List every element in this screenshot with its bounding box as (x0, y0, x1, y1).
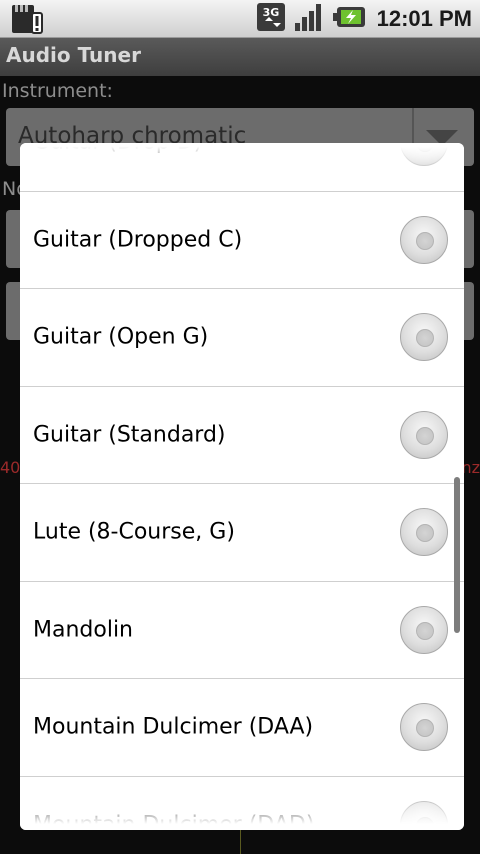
radio-button[interactable] (400, 410, 448, 459)
sd-card-alert-icon (8, 3, 46, 39)
list-item-label: Guitar (Drop D) (33, 143, 202, 155)
list-item[interactable]: Guitar (Standard) (20, 387, 464, 484)
instrument-label: Instrument: (2, 80, 113, 102)
radio-button[interactable] (400, 800, 448, 830)
tuner-center-line (240, 828, 241, 854)
list-item-label: Lute (8-Course, G) (33, 519, 235, 545)
radio-button[interactable] (400, 313, 448, 362)
list-item-label: Mountain Dulcimer (DAA) (33, 714, 314, 740)
scrollbar[interactable] (454, 477, 460, 633)
radio-button[interactable] (400, 508, 448, 557)
radio-button[interactable] (400, 703, 448, 752)
network-3g-icon: 3G (255, 1, 287, 37)
svg-text:3G: 3G (262, 6, 279, 19)
list-item[interactable]: Lute (8-Course, G) (20, 484, 464, 582)
radio-button[interactable] (400, 215, 448, 264)
clock: 12:01 PM (376, 6, 472, 31)
instrument-list[interactable]: Guitar (Drop D) Guitar (Dropped C) Guita… (20, 143, 464, 830)
radio-button[interactable] (400, 143, 448, 167)
list-item-label: Guitar (Standard) (33, 422, 226, 448)
list-item-label: Mountain Dulcimer (DAD) (33, 812, 315, 830)
list-item-label: Mandolin (33, 617, 133, 643)
list-item[interactable]: Guitar (Dropped C) (20, 192, 464, 289)
frequency-left-label: 40 (0, 458, 21, 477)
battery-charging-icon (332, 4, 367, 34)
status-bar: 3G 12:01 PM (0, 0, 480, 38)
list-item[interactable]: Mountain Dulcimer (DAA) (20, 679, 464, 777)
app-title-bar: Audio Tuner (0, 38, 480, 76)
list-item-label: Guitar (Open G) (33, 324, 209, 350)
app-title: Audio Tuner (6, 43, 141, 67)
list-item[interactable]: Guitar (Drop D) (20, 143, 464, 192)
instrument-select-dialog: Guitar (Drop D) Guitar (Dropped C) Guita… (20, 143, 464, 830)
list-item[interactable]: Mandolin (20, 582, 464, 679)
radio-button[interactable] (400, 605, 448, 654)
frequency-right-label: nz (461, 458, 480, 477)
list-item[interactable]: Guitar (Open G) (20, 289, 464, 387)
list-item[interactable]: Mountain Dulcimer (DAD) (20, 777, 464, 830)
list-item-label: Guitar (Dropped C) (33, 227, 243, 253)
signal-strength-icon (293, 1, 327, 37)
